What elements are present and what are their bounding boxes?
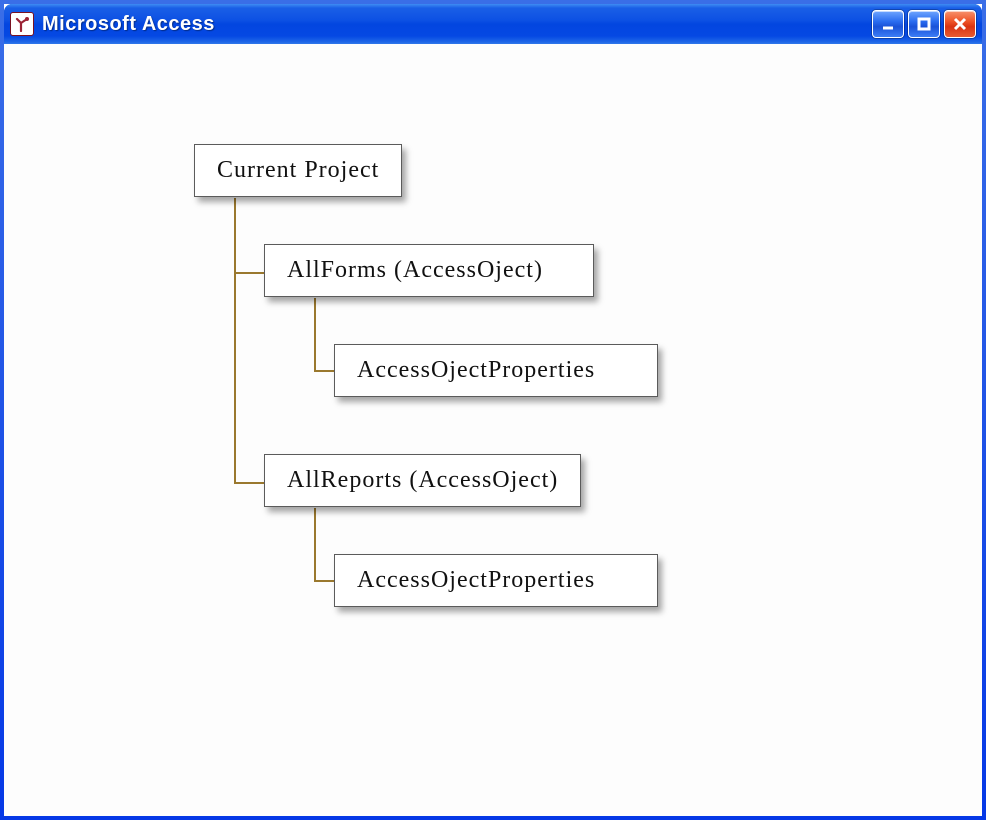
tree-connector — [314, 508, 316, 582]
tree-connector — [234, 272, 264, 274]
tree-connector — [314, 298, 316, 372]
close-button[interactable] — [944, 10, 976, 38]
tree-connector — [234, 198, 236, 484]
node-allforms: AllForms (AccessOject) — [264, 244, 594, 297]
window-title: Microsoft Access — [42, 13, 872, 36]
node-current-project: Current Project — [194, 144, 402, 197]
maximize-button[interactable] — [908, 10, 940, 38]
caption-buttons — [872, 10, 976, 38]
node-allreports: AllReports (AccessOject) — [264, 454, 581, 507]
client-area: Current Project AllForms (AccessOject) A… — [4, 44, 982, 816]
tree-connector — [314, 370, 334, 372]
node-allforms-properties: AccessOjectProperties — [334, 344, 658, 397]
access-app-icon — [10, 12, 34, 36]
app-window: Microsoft Access C — [0, 0, 986, 820]
titlebar[interactable]: Microsoft Access — [4, 4, 982, 44]
tree-connector — [314, 580, 334, 582]
node-allreports-properties: AccessOjectProperties — [334, 554, 658, 607]
minimize-button[interactable] — [872, 10, 904, 38]
tree-connector — [234, 482, 264, 484]
